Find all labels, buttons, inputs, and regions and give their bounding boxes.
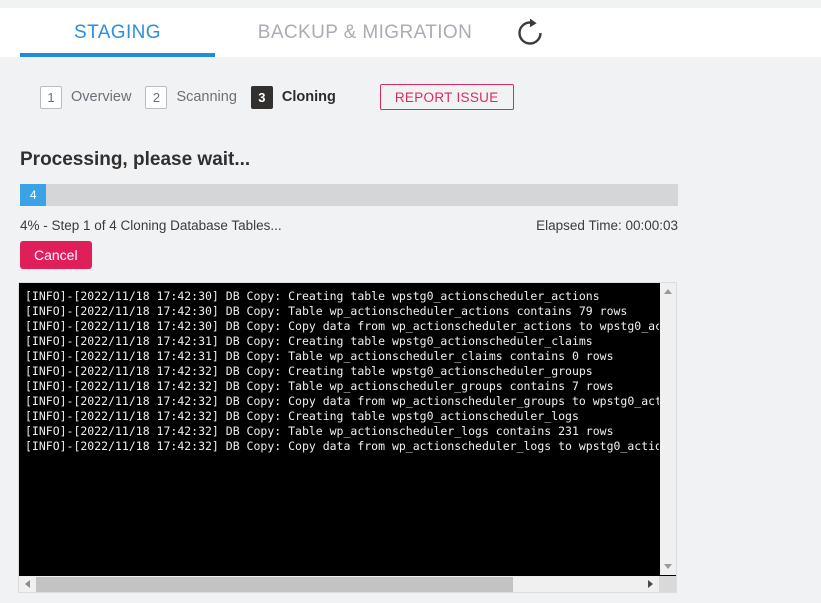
- progress-status-text: 4% - Step 1 of 4 Cloning Database Tables…: [20, 218, 282, 233]
- header-tab-bar: STAGING BACKUP & MIGRATION: [0, 8, 821, 57]
- steps-breadcrumb: 1 Overview 2 Scanning 3 Cloning REPORT I…: [0, 83, 821, 111]
- log-line: [INFO]-[2022/11/18 17:42:32] DB Copy: Ta…: [25, 424, 614, 438]
- chevron-left-icon: [25, 580, 30, 588]
- hscroll-track[interactable]: [36, 575, 642, 592]
- log-line: [INFO]-[2022/11/18 17:42:31] DB Copy: Cr…: [25, 334, 593, 348]
- tab-backup-migration[interactable]: BACKUP & MIGRATION: [250, 8, 480, 57]
- step-number-3[interactable]: 3: [250, 85, 273, 109]
- report-issue-button[interactable]: REPORT ISSUE: [379, 84, 514, 110]
- log-line: [INFO]-[2022/11/18 17:42:30] DB Copy: Co…: [25, 319, 659, 333]
- log-output[interactable]: [INFO]-[2022/11/18 17:42:30] DB Copy: Cr…: [19, 283, 659, 575]
- log-line: [INFO]-[2022/11/18 17:42:32] DB Copy: Co…: [25, 439, 659, 453]
- processing-title: Processing, please wait...: [20, 149, 251, 170]
- progress-bar-fill: 4: [20, 184, 47, 206]
- scroll-up-button[interactable]: [660, 283, 677, 300]
- log-console: [INFO]-[2022/11/18 17:42:30] DB Copy: Cr…: [18, 282, 677, 593]
- log-horizontal-scrollbar[interactable]: [19, 575, 676, 592]
- step-label-scanning[interactable]: Scanning: [176, 89, 236, 105]
- log-line: [INFO]-[2022/11/18 17:42:31] DB Copy: Ta…: [25, 349, 614, 363]
- chevron-up-icon: [664, 289, 672, 294]
- progress-bar-track: 4: [20, 184, 678, 206]
- chevron-right-icon: [648, 580, 653, 588]
- step-number-2[interactable]: 2: [145, 85, 168, 109]
- step-label-overview[interactable]: Overview: [71, 89, 131, 105]
- chevron-down-icon: [664, 564, 672, 569]
- log-console-body: [INFO]-[2022/11/18 17:42:30] DB Copy: Cr…: [19, 283, 676, 575]
- scroll-right-button[interactable]: [642, 576, 659, 593]
- step-label-cloning[interactable]: Cloning: [282, 89, 336, 105]
- scroll-down-button[interactable]: [660, 558, 677, 575]
- tab-staging-label: STAGING: [74, 21, 161, 43]
- tab-backup-migration-label: BACKUP & MIGRATION: [257, 21, 473, 43]
- log-vertical-scrollbar[interactable]: [659, 283, 676, 575]
- log-line: [INFO]-[2022/11/18 17:42:30] DB Copy: Ta…: [25, 304, 628, 318]
- refresh-icon: [518, 18, 542, 45]
- cancel-button[interactable]: Cancel: [20, 241, 92, 269]
- log-line: [INFO]-[2022/11/18 17:42:32] DB Copy: Ta…: [25, 379, 614, 393]
- hscroll-thumb[interactable]: [36, 576, 513, 592]
- scrollbar-corner: [659, 575, 676, 592]
- log-line: [INFO]-[2022/11/18 17:42:32] DB Copy: Cr…: [25, 364, 593, 378]
- log-line: [INFO]-[2022/11/18 17:42:30] DB Copy: Cr…: [25, 289, 600, 303]
- log-line: [INFO]-[2022/11/18 17:42:32] DB Copy: Co…: [25, 394, 659, 408]
- elapsed-time-text: Elapsed Time: 00:00:03: [536, 218, 678, 233]
- refresh-button[interactable]: [510, 13, 550, 53]
- tab-active-underline: [20, 53, 215, 57]
- scroll-left-button[interactable]: [19, 576, 36, 593]
- log-line: [INFO]-[2022/11/18 17:42:32] DB Copy: Cr…: [25, 409, 579, 423]
- tab-staging[interactable]: STAGING: [20, 8, 215, 57]
- step-number-1[interactable]: 1: [40, 85, 62, 109]
